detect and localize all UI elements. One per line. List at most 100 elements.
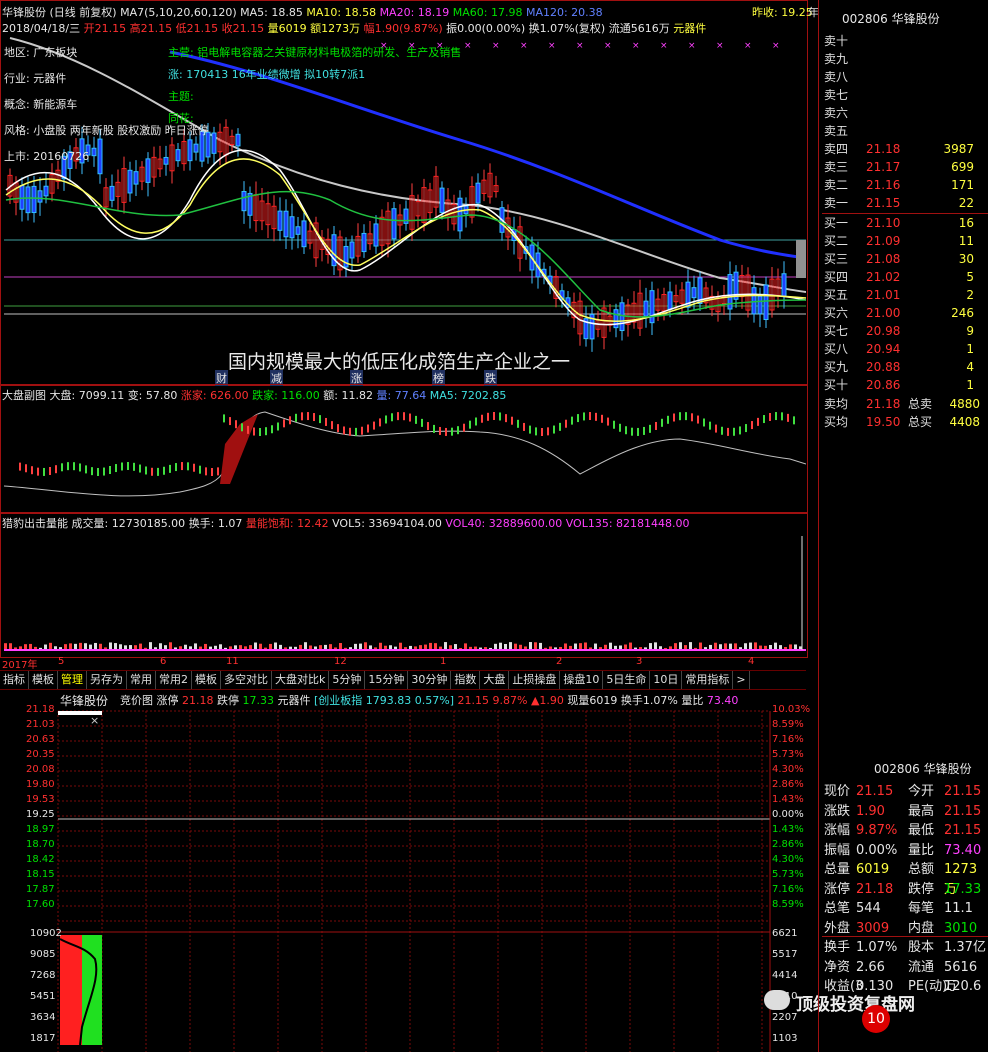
tab-14[interactable]: 止损操盘: [509, 671, 561, 689]
quote-cell-5-3: 17.33: [944, 881, 982, 897]
sell-level-7[interactable]: 卖三 21.17 699: [824, 158, 984, 176]
tab-2[interactable]: 管理: [58, 671, 87, 689]
buy-level-7-volume: 1: [966, 342, 974, 356]
tab-4[interactable]: 常用: [127, 671, 156, 689]
sell-level-4[interactable]: 卖六: [824, 104, 984, 122]
sell-level-6[interactable]: 卖四 21.18 3987: [824, 140, 984, 158]
quote-cell-1-1: 1.90: [856, 803, 885, 819]
tab-19[interactable]: >: [733, 671, 750, 689]
buy-level-0[interactable]: 买一 21.10 16: [824, 214, 984, 232]
quote-cell-4-0: 总量: [824, 862, 851, 877]
auction-pct-label-0: 10.03%: [772, 704, 811, 715]
tab-7[interactable]: 多空对比: [221, 671, 272, 689]
sell-level-9[interactable]: 卖一 21.15 22: [824, 194, 984, 212]
volume-bar: [169, 642, 172, 650]
buy-level-4-volume: 2: [966, 288, 974, 302]
tab-3[interactable]: 另存为: [87, 671, 127, 689]
buy-level-5-label: 买六: [824, 306, 849, 320]
tab-5[interactable]: 常用2: [156, 671, 192, 689]
stock-info-overlay-right: 主营: 铝电解电容器之关键原材料电极箔的研发、生产及销售 涨: 170413 16…: [168, 44, 461, 132]
auction-stat-6: 1793.83: [365, 694, 415, 707]
volume-bar: [339, 643, 342, 650]
quote-row-8: 换手 1.07% 股本 1.37亿: [824, 938, 988, 958]
tab-1[interactable]: 模板: [29, 671, 58, 689]
buy-level-6-label: 买七: [824, 324, 849, 338]
quote-row-3: 振幅 0.00% 量比 73.40: [824, 841, 988, 861]
buy-level-2-price: 21.08: [866, 252, 901, 266]
buy-level-9[interactable]: 买十 20.86 1: [824, 376, 984, 394]
candle-body: [751, 287, 757, 315]
buy-level-1[interactable]: 买二 21.09 11: [824, 232, 984, 250]
tab-13[interactable]: 大盘: [480, 671, 510, 689]
volume-bar: [534, 642, 537, 650]
auction-stat-10: ▲1.90: [530, 694, 568, 707]
tab-15[interactable]: 操盘10: [560, 671, 604, 689]
sell-level-3[interactable]: 卖七: [824, 86, 984, 104]
tab-12[interactable]: 指数: [451, 671, 481, 689]
candle-body: [241, 190, 247, 212]
buy-level-8-label: 买九: [824, 360, 849, 374]
auction-pct-label-2: 7.16%: [772, 734, 804, 745]
sell-level-9-price: 21.15: [866, 196, 901, 210]
info2-line-3: 同花:: [168, 112, 194, 125]
date-tick-2: 6: [160, 656, 167, 667]
sell-level-8[interactable]: 卖二 21.16 171: [824, 176, 984, 194]
buy-level-7[interactable]: 买八 20.94 1: [824, 340, 984, 358]
sell-level-0[interactable]: 卖十: [824, 32, 984, 50]
index-rise-area: [220, 414, 258, 484]
orderbook-avg-0-1: 21.18: [866, 397, 901, 411]
buy-level-6-price: 20.98: [866, 324, 901, 338]
indicator-tabbar: 指标 模板 管理 另存为 常用 常用2 模板 多空对比 大盘对比k 5分钟 15分钟 30分钟 指数 大盘…: [0, 670, 806, 690]
auction-price-label-4: 20.08: [26, 764, 55, 775]
quote-cell-8-1: 1.07%: [856, 940, 898, 955]
buy-level-4[interactable]: 买五 21.01 2: [824, 286, 984, 304]
candle-body: [349, 241, 355, 259]
buy-level-1-price: 21.09: [866, 234, 901, 248]
tab-11[interactable]: 30分钟: [408, 671, 452, 689]
buy-level-9-volume: 1: [966, 378, 974, 392]
tab-9[interactable]: 5分钟: [329, 671, 366, 689]
tab-6[interactable]: 模板: [192, 671, 221, 689]
auction-price-label-12: 17.87: [26, 884, 55, 895]
volume-bar: [9, 643, 12, 650]
quote-cell-0-2: 今开: [908, 784, 935, 799]
signal-x-mark: ×: [744, 41, 752, 51]
sell-level-1[interactable]: 卖九: [824, 50, 984, 68]
buy-level-2[interactable]: 买三 21.08 30: [824, 250, 984, 268]
buy-level-0-price: 21.10: [866, 216, 901, 230]
sell-level-2[interactable]: 卖八: [824, 68, 984, 86]
quote-row-5: 涨停 21.18 跌停 17.33: [824, 880, 988, 900]
tab-0[interactable]: 指标: [0, 671, 29, 689]
buy-level-5[interactable]: 买六 21.00 246: [824, 304, 984, 322]
orderbook-avg-1: 买均 19.50 总买 4408: [824, 413, 984, 431]
tab-8[interactable]: 大盘对比k: [272, 671, 330, 689]
volume-bar: [49, 642, 52, 650]
tab-18[interactable]: 常用指标: [682, 671, 734, 689]
candle-body: [277, 210, 283, 231]
sell-level-4-label: 卖六: [824, 106, 849, 120]
close-icon[interactable]: ×: [90, 714, 99, 727]
auction-price-label-6: 19.53: [26, 794, 55, 805]
volume-bar: [84, 643, 87, 650]
auction-rvol-label-4: 2207: [772, 1012, 798, 1023]
price-box: [796, 240, 806, 278]
tab-17[interactable]: 10日: [650, 671, 683, 689]
auction-price-label-13: 17.60: [26, 899, 55, 910]
auction-stat-5: [创业板指: [314, 694, 366, 707]
buy-level-6[interactable]: 买七 20.98 9: [824, 322, 984, 340]
candle-body: [373, 223, 379, 247]
auction-price-label-10: 18.42: [26, 854, 55, 865]
buy-level-3[interactable]: 买四 21.02 5: [824, 268, 984, 286]
orderbook-avg-0-3: 4880: [949, 397, 980, 411]
volume-bar: [689, 642, 692, 650]
tab-10[interactable]: 15分钟: [365, 671, 409, 689]
info2-line-0: 主营: 铝电解电容器之关键原材料电极箔的研发、生产及销售: [168, 46, 462, 59]
buy-level-8[interactable]: 买九 20.88 4: [824, 358, 984, 376]
quote-cell-1-3: 21.15: [944, 803, 982, 819]
auction-pct-label-10: 4.30%: [772, 854, 804, 865]
tab-16[interactable]: 5日生命: [603, 671, 651, 689]
sell-level-5[interactable]: 卖五: [824, 122, 984, 140]
volume-bar: [714, 642, 717, 650]
signal-x-mark: ×: [716, 41, 724, 51]
quote-cell-0-0: 现价: [824, 784, 851, 799]
